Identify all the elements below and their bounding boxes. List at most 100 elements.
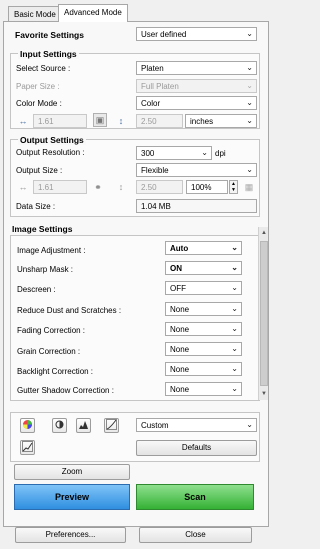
gutter-shadow-select[interactable]: None ⌄ bbox=[165, 382, 242, 396]
brightness-contrast-icon[interactable] bbox=[52, 418, 67, 433]
tool-preset-select[interactable]: Custom ⌄ bbox=[136, 418, 257, 432]
image-settings-list bbox=[10, 235, 260, 401]
favorite-settings-select[interactable]: User defined ⌄ bbox=[136, 27, 257, 41]
tab-basic-mode[interactable]: Basic Mode bbox=[8, 6, 62, 22]
grid-icon[interactable]: ▦ bbox=[243, 181, 255, 193]
color-mode-value: Color bbox=[141, 99, 161, 108]
chevron-down-icon: ⌄ bbox=[231, 304, 238, 313]
output-resolution-value: 300 bbox=[141, 149, 155, 158]
grain-correction-select[interactable]: None ⌄ bbox=[165, 342, 242, 356]
data-size-value: 1.04 MB bbox=[136, 199, 257, 213]
image-adjustment-label: Image Adjustment : bbox=[17, 246, 86, 255]
histogram-icon[interactable] bbox=[76, 418, 91, 433]
chevron-down-icon: ⌄ bbox=[231, 283, 238, 292]
output-size-value: Flexible bbox=[141, 166, 169, 175]
chevron-down-icon: ⌄ bbox=[246, 29, 253, 38]
chevron-down-icon: ⌄ bbox=[246, 63, 253, 72]
scan-button[interactable]: Scan bbox=[136, 484, 254, 510]
chevron-down-icon: ⌄ bbox=[246, 420, 253, 429]
select-source-value: Platen bbox=[141, 64, 164, 73]
paper-size-label: Paper Size : bbox=[16, 82, 60, 91]
chevron-down-icon: ⌄ bbox=[231, 324, 238, 333]
unit-value: inches bbox=[190, 117, 214, 126]
scroll-up-icon[interactable]: ▲ bbox=[260, 228, 268, 238]
image-settings-heading: Image Settings bbox=[12, 224, 73, 234]
paper-size-select[interactable]: Full Platen ⌄ bbox=[136, 79, 257, 93]
reduce-dust-select[interactable]: None ⌄ bbox=[165, 302, 242, 316]
input-settings-heading: Input Settings bbox=[18, 49, 79, 59]
tone-curve-icon[interactable] bbox=[104, 418, 119, 433]
input-width-field[interactable]: 1.61 bbox=[33, 114, 87, 128]
paper-size-value: Full Platen bbox=[141, 82, 179, 91]
unsharp-mask-value: ON bbox=[170, 264, 182, 273]
height-icon: ↕ bbox=[118, 116, 124, 126]
backlight-correction-select[interactable]: None ⌄ bbox=[165, 362, 242, 376]
chevron-down-icon: ⌄ bbox=[201, 148, 208, 157]
chevron-down-icon: ⌄ bbox=[246, 165, 253, 174]
input-height-field[interactable]: 2.50 bbox=[136, 114, 183, 128]
chevron-down-icon: ⌄ bbox=[231, 364, 238, 373]
chevron-down-icon: ⌄ bbox=[246, 116, 253, 125]
tool-preset-value: Custom bbox=[141, 421, 169, 430]
backlight-correction-label: Backlight Correction : bbox=[17, 367, 94, 376]
descreen-label: Descreen : bbox=[17, 285, 56, 294]
zoom-button[interactable]: Zoom bbox=[14, 464, 130, 480]
spinner-down-icon[interactable]: ▼ bbox=[231, 187, 236, 193]
select-source-label: Select Source : bbox=[16, 64, 71, 73]
fading-correction-select[interactable]: None ⌄ bbox=[165, 322, 242, 336]
reduce-dust-value: None bbox=[170, 305, 190, 314]
descreen-select[interactable]: OFF ⌄ bbox=[165, 281, 242, 295]
final-review-icon[interactable] bbox=[20, 440, 35, 455]
tab-label: Advanced Mode bbox=[64, 8, 122, 17]
data-size-label: Data Size : bbox=[16, 202, 56, 211]
image-adjustment-value: Auto bbox=[170, 244, 189, 253]
grain-correction-value: None bbox=[170, 345, 190, 354]
output-settings-heading: Output Settings bbox=[18, 135, 86, 145]
crop-icon[interactable]: ▣ bbox=[93, 113, 107, 127]
backlight-correction-value: None bbox=[170, 365, 190, 374]
chain-link-icon[interactable]: ⚭ bbox=[92, 181, 104, 193]
output-resolution-select[interactable]: 300 ⌄ bbox=[136, 146, 212, 160]
image-adjustment-select[interactable]: Auto ⌄ bbox=[165, 241, 242, 255]
chevron-down-icon: ⌄ bbox=[231, 243, 238, 252]
preferences-button[interactable]: Preferences... bbox=[15, 527, 126, 543]
gutter-shadow-value: None bbox=[170, 385, 190, 394]
defaults-button[interactable]: Defaults bbox=[136, 440, 257, 456]
width-icon: ↔ bbox=[18, 182, 28, 192]
tab-advanced-mode[interactable]: Advanced Mode bbox=[58, 4, 128, 22]
descreen-value: OFF bbox=[170, 284, 186, 293]
output-height-field[interactable]: 2.50 bbox=[136, 180, 183, 194]
gutter-shadow-label: Gutter Shadow Correction : bbox=[17, 386, 114, 395]
chevron-down-icon: ⌄ bbox=[231, 344, 238, 353]
unsharp-mask-select[interactable]: ON ⌄ bbox=[165, 261, 242, 275]
output-width-field[interactable]: 1.61 bbox=[33, 180, 87, 194]
unsharp-mask-label: Unsharp Mask : bbox=[17, 265, 74, 274]
height-icon: ↕ bbox=[118, 182, 124, 192]
color-mode-label: Color Mode : bbox=[16, 99, 62, 108]
grain-correction-label: Grain Correction : bbox=[17, 347, 81, 356]
favorite-settings-label: Favorite Settings bbox=[15, 30, 84, 40]
preview-button[interactable]: Preview bbox=[14, 484, 130, 510]
favorite-settings-value: User defined bbox=[141, 30, 187, 39]
output-resolution-label: Output Resolution : bbox=[16, 148, 85, 157]
image-settings-scrollbar[interactable]: ▲ ▼ bbox=[258, 227, 268, 400]
color-mode-select[interactable]: Color ⌄ bbox=[136, 96, 257, 110]
chevron-down-icon: ⌄ bbox=[231, 263, 238, 272]
output-size-select[interactable]: Flexible ⌄ bbox=[136, 163, 257, 177]
scale-spinner[interactable]: ▲ ▼ bbox=[229, 180, 238, 194]
chevron-down-icon: ⌄ bbox=[231, 384, 238, 393]
tab-label: Basic Mode bbox=[14, 10, 56, 19]
select-source-select[interactable]: Platen ⌄ bbox=[136, 61, 257, 75]
scrollbar-thumb[interactable] bbox=[260, 241, 268, 386]
unit-select[interactable]: inches ⌄ bbox=[185, 114, 257, 128]
chevron-down-icon: ⌄ bbox=[246, 98, 253, 107]
output-size-label: Output Size : bbox=[16, 166, 63, 175]
dpi-label: dpi bbox=[215, 149, 226, 158]
fading-correction-value: None bbox=[170, 325, 190, 334]
fading-correction-label: Fading Correction : bbox=[17, 326, 86, 335]
scale-field[interactable]: 100% bbox=[186, 180, 228, 194]
color-palette-icon[interactable] bbox=[20, 418, 35, 433]
scroll-down-icon[interactable]: ▼ bbox=[260, 389, 268, 399]
close-button[interactable]: Close bbox=[139, 527, 252, 543]
width-icon: ↔ bbox=[18, 116, 28, 126]
